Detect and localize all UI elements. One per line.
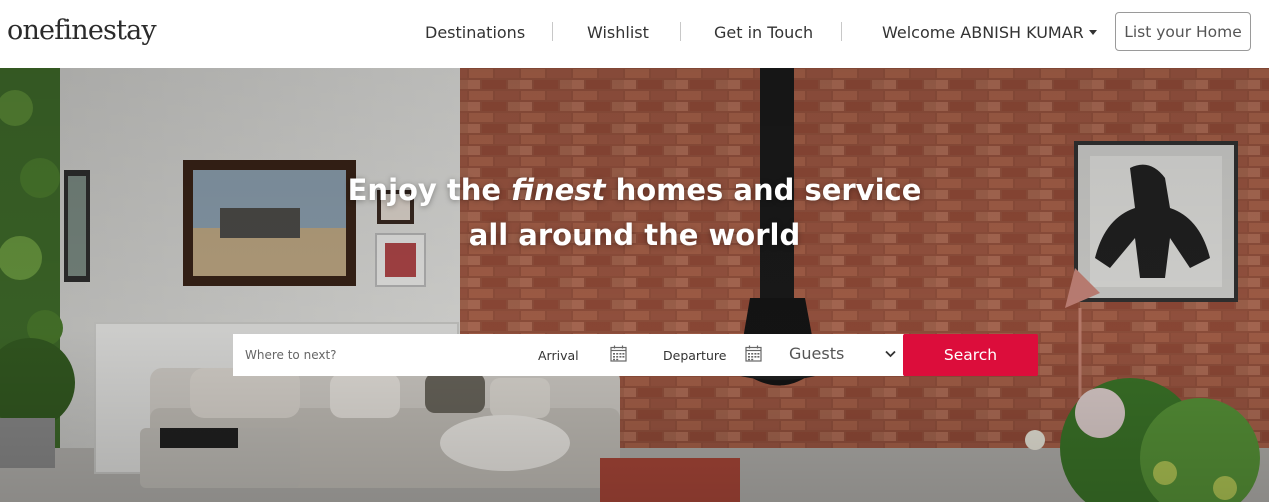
user-menu-toggle[interactable]: Welcome ABNISH KUMAR — [882, 20, 1097, 44]
site-logo[interactable]: onefinestay — [7, 11, 157, 51]
search-button[interactable]: Search — [903, 334, 1038, 376]
hero-heading-line-2: all around the world — [468, 218, 801, 252]
guests-select[interactable]: Guests — [789, 344, 844, 363]
hero-heading: Enjoy the finest homes and service all a… — [0, 168, 1269, 258]
nav-get-in-touch-label[interactable]: Get in Touch — [714, 23, 813, 42]
nav-wishlist-label[interactable]: Wishlist — [587, 23, 649, 42]
search-bar: Arrival Departure Guests — [233, 334, 904, 376]
arrival-field[interactable]: Arrival — [538, 348, 579, 363]
chevron-down-icon[interactable] — [885, 350, 896, 358]
hero-heading-part-2: homes and service — [605, 173, 922, 207]
nav-destinations[interactable]: Destinations — [425, 20, 525, 44]
nav-wishlist[interactable]: Wishlist — [587, 20, 649, 44]
hero-heading-emphasis: finest — [511, 173, 606, 207]
list-your-home-button[interactable]: List your Home — [1115, 12, 1251, 51]
hero-heading-line-1: Enjoy the finest homes and service — [0, 168, 1269, 213]
site-header: onefinestay Destinations Wishlist Get in… — [0, 0, 1269, 68]
departure-field[interactable]: Departure — [663, 348, 726, 363]
hero-banner: Enjoy the finest homes and service all a… — [0, 68, 1269, 502]
nav-divider — [552, 22, 553, 41]
calendar-icon[interactable] — [745, 345, 762, 362]
nav-divider — [841, 22, 842, 41]
nav-destinations-label[interactable]: Destinations — [425, 23, 525, 42]
hero-heading-part-1: Enjoy the — [347, 173, 512, 207]
destination-input[interactable] — [233, 334, 523, 376]
welcome-user-label[interactable]: Welcome ABNISH KUMAR — [882, 23, 1084, 42]
nav-get-in-touch[interactable]: Get in Touch — [714, 20, 813, 44]
caret-down-icon[interactable] — [1088, 29, 1097, 35]
calendar-icon[interactable] — [610, 345, 627, 362]
nav-divider — [680, 22, 681, 41]
hero-background-image — [0, 68, 1269, 502]
